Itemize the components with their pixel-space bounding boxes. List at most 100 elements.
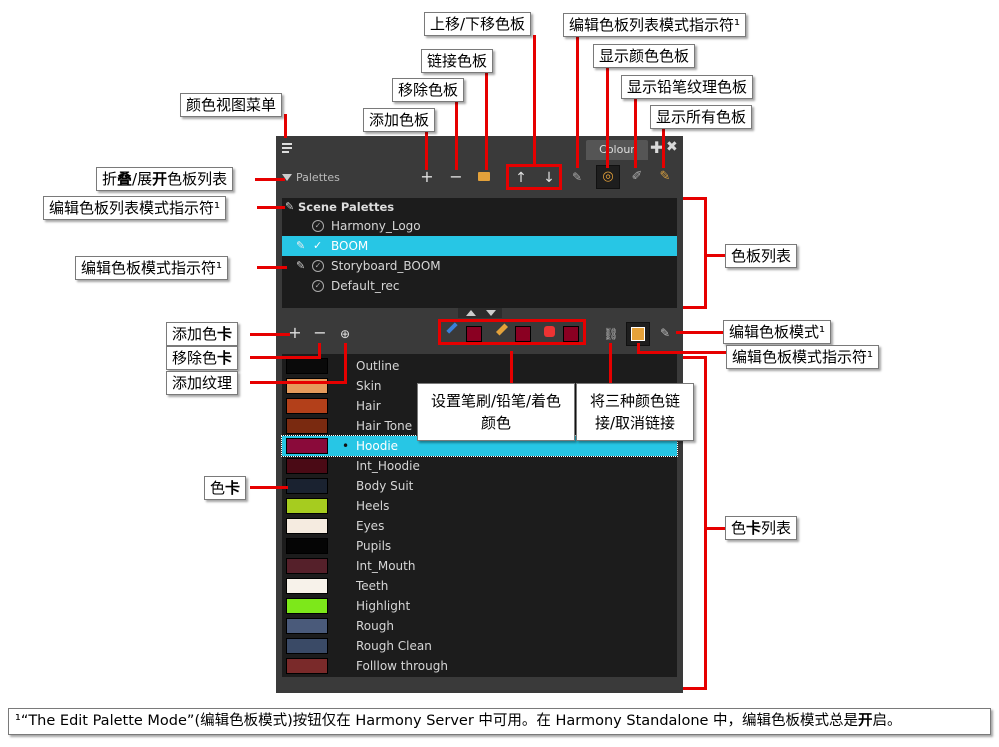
swatch-chip[interactable] [286,518,328,534]
show-all-palettes-button[interactable]: ✎ [654,166,676,188]
swatch-name: Teeth [356,579,389,593]
swatch-chip[interactable] [286,658,328,674]
callout-set-colours: 设置笔刷/铅笔/着色颜色 [417,383,575,441]
swatch-chip[interactable] [286,618,328,634]
swatch-name: Pupils [356,539,392,553]
callout-move-palette: 上移/下移色板 [424,12,532,36]
swatch-chip[interactable] [286,398,328,414]
check-icon: ✓ [313,239,323,252]
callout-add-texture: 添加纹理 [166,371,239,395]
show-pencil-texture-palettes-button[interactable]: ✐ [626,166,648,188]
swatch-name: Rough [356,619,394,633]
list-item[interactable]: ✎ ✓ Storyboard_BOOM [282,256,677,276]
swatch-row[interactable]: Eyes [282,516,677,536]
swatch-row[interactable]: Outline [282,356,677,376]
swatch-chip[interactable] [286,598,328,614]
callout-colour-view-menu: 颜色视图菜单 [180,93,283,117]
list-item[interactable]: ✎ ✓ BOOM [282,236,677,256]
swatch-chip[interactable] [286,478,328,494]
swatch-name: Skin [356,379,382,393]
swatch-row[interactable]: Int_Mouth [282,556,677,576]
swatch-row[interactable]: Pupils [282,536,677,556]
swatch-name: Outline [356,359,400,373]
swatch-name: Folllow through [356,659,448,673]
callout-edit-palette-mode-indicator-right: 编辑色板模式指示符¹ [726,345,880,369]
splitter-handle[interactable] [458,308,502,318]
swatch-chip[interactable] [286,578,328,594]
palette-name: BOOM [331,239,369,253]
edit-palette-list-mode-icon[interactable]: ✎ [285,200,294,213]
swatch-row[interactable]: Highlight [282,596,677,616]
callout-collapse-expand: 折叠/展开色板列表 [96,167,234,191]
callout-swatch-list: 色卡列表 [725,516,798,540]
edit-palette-mode-indicator-icon: ✎ [659,326,671,340]
callout-show-pencil-texture-palettes: 显示铅笔纹理色板 [621,75,754,99]
swatch-row[interactable]: Folllow through [282,656,677,676]
pencil-colour-swatch[interactable] [515,326,531,342]
move-palette-down-button[interactable]: ↓ [538,167,560,189]
swatch-chip[interactable] [286,538,328,554]
palette-name: Default_rec [331,279,400,293]
palette-list: ✎ Scene Palettes ✓ Harmony_Logo ✎ ✓ BOOM… [282,198,677,308]
swatch-chip[interactable] [286,458,328,474]
tab-bar: Colour ✚ ✖ [276,136,683,162]
close-icon[interactable]: ✖ [666,139,678,155]
selected-dot-icon: • [342,439,350,453]
swatch-toolbar: + − ⊕ ⛓ ✎ [276,318,683,352]
palette-name: Storyboard_BOOM [331,259,441,273]
swatch-chip[interactable] [286,558,328,574]
callout-remove-palette: 移除色板 [392,78,465,102]
paint-colour-swatch[interactable] [563,326,579,342]
callout-edit-palette-list-mode-indicator-left: 编辑色板列表模式指示符¹ [43,196,227,220]
swatch-row[interactable]: Int_Hoodie [282,456,677,476]
paint-icon[interactable] [544,326,555,337]
list-item[interactable]: ✓ Default_rec [282,276,677,296]
palette-name: Harmony_Logo [331,219,421,233]
link-colours-button[interactable]: ⛓ [600,323,622,345]
list-item[interactable]: ✓ Harmony_Logo [282,216,677,236]
swatch-chip[interactable] [286,498,328,514]
swatch-row[interactable]: Rough Clean [282,636,677,656]
swatch-name: Int_Mouth [356,559,416,573]
move-palette-up-button[interactable]: ↑ [510,167,532,189]
callout-edit-palette-mode: 编辑色板模式¹ [723,320,832,344]
callout-remove-swatch: 移除色卡 [166,346,239,370]
callout-add-palette: 添加色板 [363,108,436,132]
callout-link-three-colours: 将三种颜色链接/取消链接 [576,383,694,441]
swatch-row[interactable]: Body Suit [282,476,677,496]
add-texture-button[interactable]: ⊕ [334,323,356,345]
swatch-name: Highlight [356,599,411,613]
swatch-name: Hair [356,399,381,413]
swatch-row[interactable]: Rough [282,616,677,636]
menu-icon[interactable] [280,140,296,156]
brush-colour-swatch[interactable] [466,326,482,342]
callout-edit-palette-mode-indicator-left: 编辑色板模式指示符¹ [75,256,229,280]
remove-swatch-button[interactable]: − [309,322,331,344]
scene-palettes-label: Scene Palettes [298,200,395,214]
swatch-name: Int_Hoodie [356,459,420,473]
footnote: ¹“The Edit Palette Mode”(编辑色板模式)按钮仅在 Har… [8,708,991,735]
swatch-chip[interactable] [286,418,328,434]
callout-show-colour-palettes: 显示颜色色板 [593,44,696,68]
show-colour-palettes-button[interactable]: ◎ [596,165,620,189]
swatch-row[interactable]: Teeth [282,576,677,596]
link-palette-button[interactable] [478,172,490,181]
edit-palette-mode-icon: ✎ [296,239,306,252]
edit-palette-mode-icon: ✎ [296,259,306,272]
callout-swatch: 色卡 [204,476,247,500]
swatch-name: Hoodie [356,439,399,453]
swatch-name: Rough Clean [356,639,432,653]
callout-show-all-palettes: 显示所有色板 [650,105,753,129]
swatch-row[interactable]: Heels [282,496,677,516]
swatch-name: Heels [356,499,390,513]
edit-palette-list-mode-icon[interactable]: ✎ [566,166,588,188]
swatch-name: Body Suit [356,479,414,493]
swatch-chip[interactable] [286,638,328,654]
swatch-chip[interactable] [286,358,328,374]
tab-colour[interactable]: Colour [586,140,648,160]
swatch-chip[interactable] [286,438,328,454]
swatch-name: Hair Tone [356,419,413,433]
callout-link-palette: 链接色板 [421,49,494,73]
swatch-name: Eyes [356,519,385,533]
callout-palette-list: 色板列表 [725,244,798,268]
